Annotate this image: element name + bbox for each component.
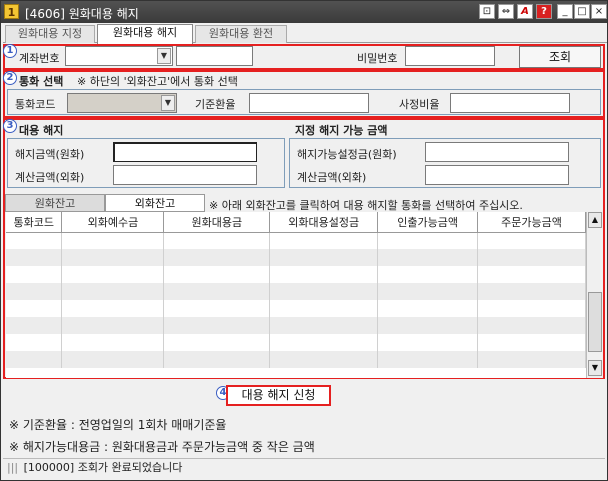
title-bar[interactable]: 1 [4606] 원화대용 해지 ⊡ ⇔ A ? _ □ ×	[1, 1, 607, 23]
account-label: 계좌번호	[19, 52, 60, 65]
tab-fx-balance[interactable]: 외화잔고	[105, 194, 205, 212]
tab-bar: 원화대용 지정 원화대용 해지 원화대용 환전	[3, 24, 607, 44]
col-orderable[interactable]: 주문가능금액	[477, 212, 586, 233]
available-field[interactable]	[425, 142, 569, 162]
link-icon[interactable]: ⇔	[498, 4, 514, 19]
available-title: 지정 해지 가능 금액	[295, 124, 388, 137]
scroll-up-icon[interactable]: ▲	[588, 212, 602, 228]
base-rate-label: 기준환율	[195, 98, 236, 111]
tab-cancel[interactable]: 원화대용 해지	[97, 24, 193, 44]
col-krw-substitute[interactable]: 원화대용금	[163, 212, 271, 233]
grip-icon: |||	[7, 461, 19, 474]
account-name-field[interactable]	[176, 46, 253, 66]
table-row[interactable]	[6, 283, 586, 300]
calc-amount-field[interactable]	[113, 165, 257, 185]
query-button[interactable]: 조회	[519, 46, 601, 68]
note-available: ※ 해지가능대용금 : 원화대용금과 주문가능금액 중 작은 금액	[9, 440, 315, 454]
cancel-title: 대용 해지	[19, 124, 64, 137]
col-fx-deposit[interactable]: 외화예수금	[61, 212, 165, 233]
cancel-request-button[interactable]: 대용 해지 신청	[226, 385, 331, 406]
app-icon: 1	[4, 4, 19, 19]
apply-ratio-label: 사정비율	[399, 98, 440, 111]
font-icon[interactable]: A	[517, 4, 533, 19]
status-bar: ||| [100000] 조회가 완료되었습니다	[3, 458, 605, 478]
notes: ※ 기준환율 : 전영업일의 1회차 매매기준율 ※ 해지가능대용금 : 원화대…	[9, 414, 315, 458]
account-combo[interactable]: ▼	[65, 46, 173, 66]
table-row[interactable]	[6, 300, 586, 317]
marker-3: 3	[3, 119, 17, 133]
tab-krw-balance[interactable]: 원화잔고	[5, 194, 105, 212]
apply-ratio-field[interactable]	[450, 93, 570, 113]
calc-amount-label: 계산금액(외화)	[15, 171, 85, 184]
tab-designate[interactable]: 원화대용 지정	[5, 25, 95, 43]
scroll-down-icon[interactable]: ▼	[588, 360, 602, 376]
table-row[interactable]	[6, 249, 586, 266]
scroll-thumb[interactable]	[588, 292, 602, 352]
table-row[interactable]	[6, 317, 586, 334]
status-text: [100000] 조회가 완료되었습니다	[23, 461, 183, 474]
grid-header: 통화코드 외화예수금 원화대용금 외화대용설정금 인출가능금액 주문가능금액	[6, 212, 586, 233]
marker-2: 2	[3, 71, 17, 85]
table-row[interactable]	[6, 266, 586, 283]
currency-hint: ※ 하단의 '외화잔고'에서 통화 선택	[77, 75, 238, 88]
available-calc-label: 계산금액(외화)	[297, 171, 367, 184]
cancel-amount-label: 해지금액(원화)	[15, 148, 85, 161]
maximize-button[interactable]: □	[574, 4, 590, 19]
col-currency-code[interactable]: 통화코드	[6, 212, 63, 233]
password-label: 비밀번호	[357, 52, 398, 65]
table-row[interactable]	[6, 334, 586, 351]
available-calc-field[interactable]	[425, 165, 569, 185]
balance-grid[interactable]: 통화코드 외화예수금 원화대용금 외화대용설정금 인출가능금액 주문가능금액 ▲…	[6, 212, 603, 378]
chevron-down-icon[interactable]: ▼	[161, 95, 175, 111]
currency-code-label: 통화코드	[15, 98, 56, 111]
main-window: 1 [4606] 원화대용 해지 ⊡ ⇔ A ? _ □ × 원화대용 지정 원…	[0, 0, 608, 481]
cancel-amount-field[interactable]	[113, 142, 257, 162]
base-rate-field[interactable]	[249, 93, 369, 113]
note-base-rate: ※ 기준환율 : 전영업일의 1회차 매매기준율	[9, 418, 227, 432]
tab-exchange[interactable]: 원화대용 환전	[195, 25, 287, 43]
close-button[interactable]: ×	[591, 4, 607, 19]
password-field[interactable]	[405, 46, 495, 66]
balance-hint: ※ 아래 외화잔고를 클릭하여 대용 해지할 통화를 선택하여 주십시오.	[209, 199, 523, 212]
chevron-down-icon[interactable]: ▼	[157, 48, 171, 64]
available-label: 해지가능설정금(원화)	[297, 148, 397, 161]
window-title: [4606] 원화대용 해지	[25, 7, 139, 21]
table-row[interactable]	[6, 351, 586, 368]
table-row[interactable]	[6, 232, 586, 249]
marker-1: 1	[3, 44, 17, 58]
currency-code-combo[interactable]: ▼	[67, 93, 177, 113]
col-fx-substitute-set[interactable]: 외화대용설정금	[269, 212, 379, 233]
layout-icon[interactable]: ⊡	[479, 4, 495, 19]
currency-section-title: 통화 선택	[19, 75, 64, 88]
col-withdrawable[interactable]: 인출가능금액	[377, 212, 479, 233]
help-icon[interactable]: ?	[536, 4, 552, 19]
grid-scrollbar[interactable]: ▲ ▼	[586, 212, 603, 378]
minimize-button[interactable]: _	[557, 4, 573, 19]
